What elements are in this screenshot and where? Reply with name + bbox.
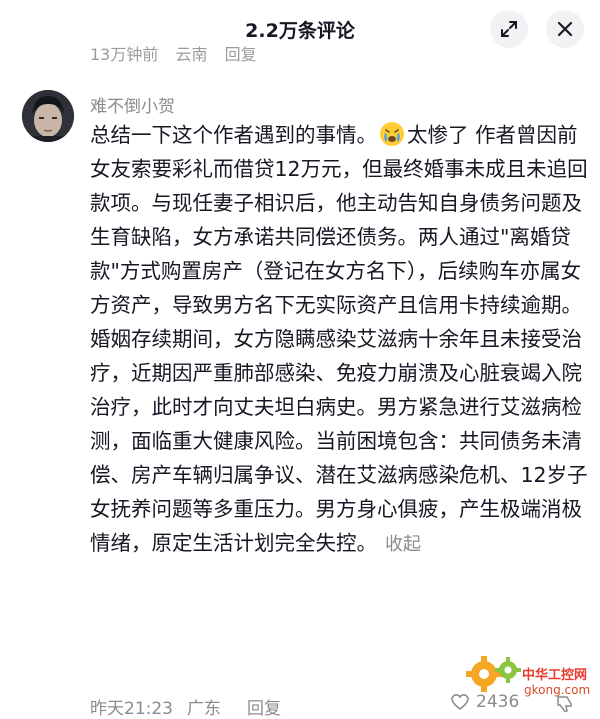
- comment-location: 广东: [187, 699, 221, 719]
- comment-paragraph-1: 总结一下这个作者遇到的事情。 太惨了 作者曾因前女友索要彩礼而借贷12万元，但最…: [90, 118, 590, 322]
- collapse-button[interactable]: 收起: [385, 534, 421, 555]
- comment-username[interactable]: 难不倒小贺: [90, 92, 175, 117]
- comment-paragraph-2: 婚姻存续期间，女方隐瞒感染艾滋病十余年且未接受治疗，近期因严重肺部感染、免疫力崩…: [90, 327, 588, 555]
- previous-comment-reply-button[interactable]: 回复: [225, 45, 257, 62]
- expand-icon: [501, 21, 517, 37]
- expand-button[interactable]: [490, 10, 528, 48]
- comment-text-after-emoji: 太惨了 作者曾因前女友索要彩礼而借贷12万元，但最终婚事未成且未追回款项。与现任…: [90, 123, 588, 317]
- previous-comment-time: 13万钟前: [90, 45, 159, 62]
- close-icon: [557, 21, 573, 37]
- previous-comment-location: 云南: [175, 45, 208, 62]
- reply-button[interactable]: 回复: [247, 699, 281, 719]
- avatar[interactable]: [22, 90, 74, 142]
- comment-time: 昨天21:23: [90, 699, 173, 719]
- close-button[interactable]: [546, 10, 584, 48]
- comment-meta: 昨天21:23 广东 回复: [90, 694, 295, 719]
- comment-body: 总结一下这个作者遇到的事情。 太惨了 作者曾因前女友索要彩礼而借贷12万元，但最…: [90, 118, 590, 562]
- comment-text-before-emoji: 总结一下这个作者遇到的事情。: [90, 123, 377, 147]
- watermark-title: 中华工控网: [522, 668, 588, 683]
- avatar-image: [22, 90, 74, 142]
- previous-comment-meta: 13万钟前 云南 回复: [90, 44, 269, 62]
- dislike-icon[interactable]: [555, 694, 575, 714]
- crying-emoji-icon: [380, 122, 404, 146]
